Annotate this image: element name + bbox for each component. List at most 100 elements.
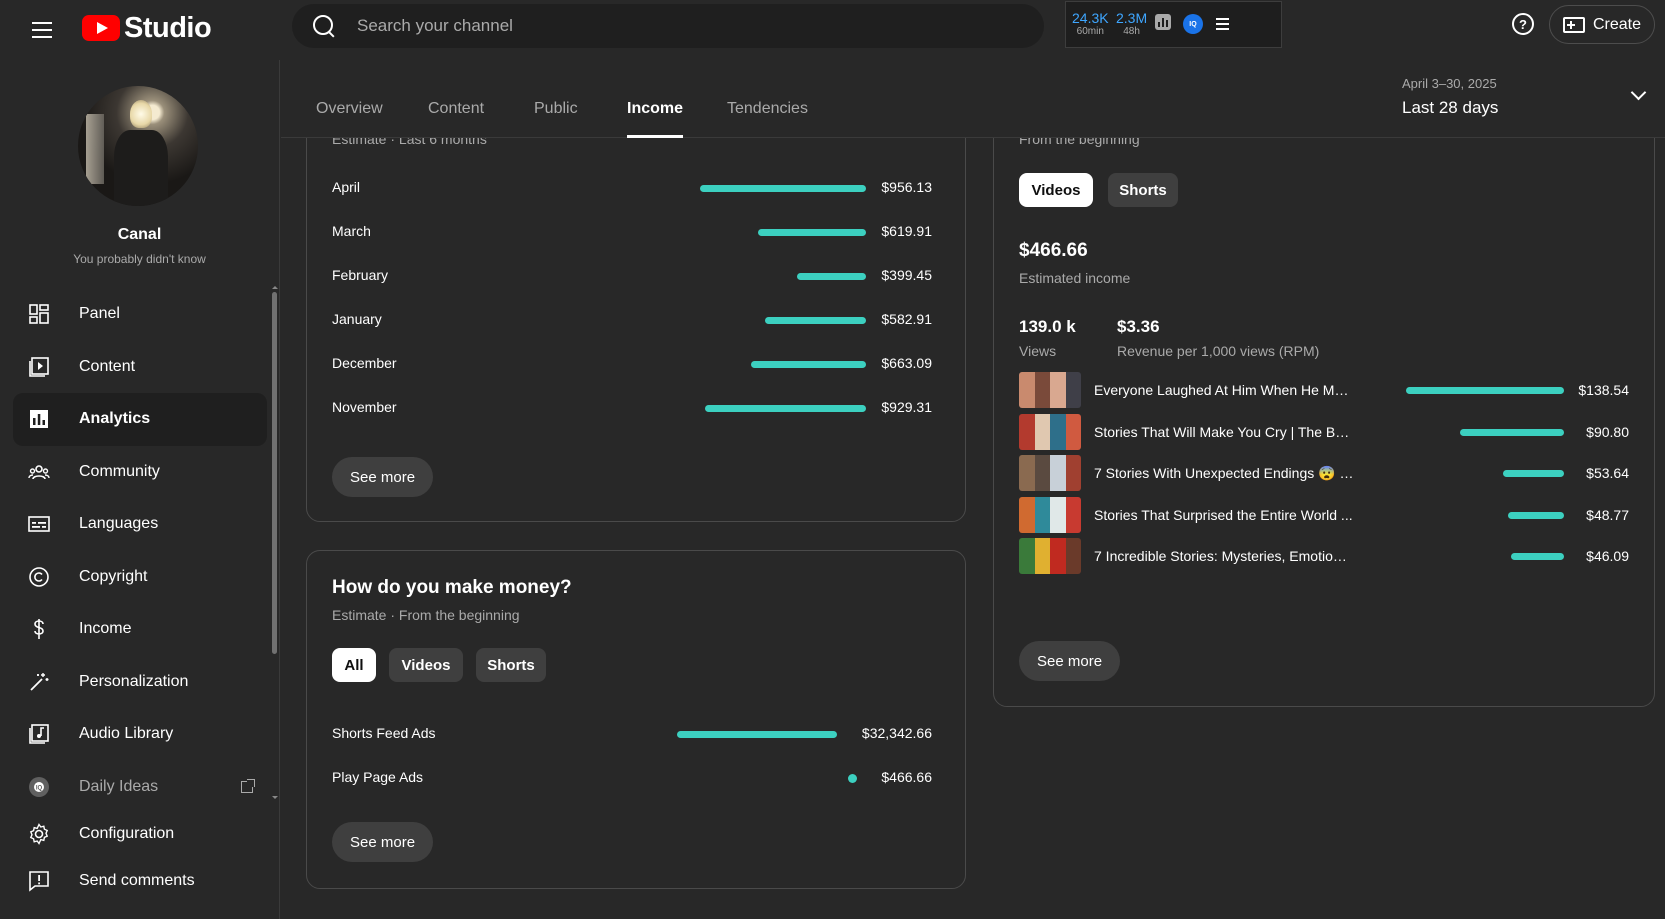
stat-48h-value: 2.3M (1116, 10, 1148, 26)
revenue-source-value: $466.66 (881, 769, 932, 785)
copyright-icon (28, 566, 50, 588)
logo-text: Studio (124, 11, 212, 44)
scroll-down-arrow[interactable] (272, 796, 278, 799)
content-icon (28, 356, 50, 378)
sidebar-item-personalization[interactable]: Personalization (13, 656, 267, 709)
sidebar-item-send-comments[interactable]: Send comments (13, 855, 267, 908)
tab-public[interactable]: Public (534, 100, 578, 138)
sidebar-item-label: Content (79, 357, 136, 375)
stat-48h: 2.3M 48h (1116, 11, 1147, 38)
sidebar-item-languages[interactable]: Languages (13, 498, 267, 551)
extension-widget[interactable]: 24.3K 60min 2.3M 48h IQ (1065, 1, 1282, 48)
sidebar-item-label: Copyright (79, 567, 148, 585)
video-income-bar (1502, 470, 1564, 477)
top-video-row[interactable]: 7 Stories With Unexpected Endings 😨 | C.… (1019, 455, 1629, 491)
video-thumbnail[interactable] (1019, 413, 1081, 450)
income-bar (758, 229, 866, 236)
filter-all[interactable]: All (332, 648, 376, 682)
video-title[interactable]: 7 Stories With Unexpected Endings 😨 | C.… (1094, 465, 1354, 482)
date-range-dates[interactable]: April 3–30, 2025 (1402, 76, 1497, 91)
sidebar-item-label: Analytics (79, 410, 151, 428)
revenue-sources-card: How do you make money? Estimate · From t… (306, 550, 966, 889)
sidebar-item-label: Community (79, 462, 160, 480)
top-content-card: From the beginning Videos Shorts $466.66… (993, 60, 1655, 707)
date-range-label[interactable]: Last 28 days (1402, 98, 1498, 118)
income-row-label: March (332, 223, 371, 239)
svg-text:IQ: IQ (36, 785, 43, 791)
video-title[interactable]: 7 Incredible Stories: Mysteries, Emotion… (1094, 548, 1354, 564)
scroll-up-arrow[interactable] (272, 286, 278, 289)
income-row-label: February (332, 267, 389, 283)
gear-icon (28, 823, 50, 845)
revenue-source-bar (677, 731, 837, 738)
magic-wand-icon (28, 671, 50, 693)
video-thumbnail[interactable] (1019, 372, 1081, 408)
extension-menu-icon[interactable] (1216, 18, 1229, 33)
video-title[interactable]: Stories That Will Make You Cry | The Bes… (1094, 424, 1354, 440)
iq-badge-icon[interactable]: IQ (1183, 14, 1203, 34)
studio-logo[interactable]: Studio (82, 8, 212, 48)
sidebar-scrollbar[interactable] (272, 292, 277, 654)
video-thumbnail[interactable] (1019, 538, 1081, 574)
revenue-source-label: Shorts Feed Ads (332, 725, 436, 741)
filter-shorts[interactable]: Shorts (1108, 173, 1178, 207)
income-row: January $582.91 (332, 311, 932, 331)
top-video-row[interactable]: 7 Incredible Stories: Mysteries, Emotion… (1019, 538, 1629, 574)
channel-subtitle: You probably didn't know (73, 252, 206, 266)
filter-videos[interactable]: Videos (1019, 173, 1093, 207)
top-video-row[interactable]: Stories That Surprised the Entire World … (1019, 496, 1629, 533)
top-video-row[interactable]: Stories That Will Make You Cry | The Bes… (1019, 413, 1629, 450)
hamburger-menu-icon[interactable] (26, 14, 58, 46)
filter-shorts[interactable]: Shorts (476, 648, 546, 682)
filter-videos[interactable]: Videos (389, 648, 463, 682)
sidebar-item-label: Panel (79, 305, 120, 323)
sidebar-item-content[interactable]: Content (13, 341, 267, 394)
top-video-row[interactable]: Everyone Laughed At Him When He Marri...… (1019, 372, 1629, 408)
video-title[interactable]: Everyone Laughed At Him When He Marri... (1094, 382, 1354, 398)
tab-income[interactable]: Income (627, 100, 684, 138)
income-row: April $956.13 (332, 179, 932, 199)
video-thumbnail[interactable] (1019, 496, 1081, 533)
video-income-bar (1508, 511, 1564, 519)
sidebar-item-panel[interactable]: Panel (13, 288, 267, 341)
tab-tendencies[interactable]: Tendencies (727, 100, 808, 138)
sidebar-item-income[interactable]: Income (13, 603, 267, 656)
tab-overview[interactable]: Overview (316, 100, 383, 138)
revenue-sources-title: How do you make money? (332, 577, 572, 598)
views-value: 139.0 k (1019, 317, 1076, 336)
video-thumbnail[interactable] (1019, 455, 1081, 491)
see-more-button[interactable]: See more (1019, 641, 1121, 681)
search-bar[interactable] (292, 4, 1044, 48)
see-more-button[interactable]: See more (332, 822, 434, 862)
sidebar-item-audio-library[interactable]: Audio Library (13, 708, 267, 761)
income-row-value: $399.45 (881, 267, 932, 283)
help-icon[interactable]: ? (1512, 13, 1534, 35)
sidebar-item-label: Send comments (79, 872, 195, 890)
video-income-value: $48.77 (1586, 506, 1629, 523)
rpm-label: Revenue per 1,000 views (RPM) (1117, 343, 1320, 359)
tab-content[interactable]: Content (428, 100, 484, 138)
income-row: November $929.31 (332, 399, 932, 419)
search-input[interactable] (355, 4, 1015, 48)
dashboard-icon (28, 303, 50, 325)
bar-chart-icon[interactable] (1155, 14, 1171, 30)
income-row: March $619.91 (332, 223, 932, 243)
video-title[interactable]: Stories That Surprised the Entire World … (1094, 507, 1354, 523)
see-more-button[interactable]: See more (332, 457, 434, 497)
rpm-value: $3.36 (1117, 317, 1160, 336)
revenue-source-label: Play Page Ads (332, 769, 424, 785)
video-income-value: $138.54 (1578, 382, 1629, 398)
sidebar-item-analytics[interactable]: Analytics (13, 393, 267, 446)
sidebar-item-configuration[interactable]: Configuration (13, 813, 267, 855)
create-button[interactable]: Create (1549, 5, 1655, 44)
chevron-down-icon[interactable] (1630, 84, 1647, 101)
channel-avatar[interactable] (78, 86, 198, 206)
stat-60min-label: 60min (1076, 26, 1104, 37)
stat-60min-value: 24.3K (1072, 10, 1109, 26)
sidebar-item-daily-ideas[interactable]: IQ Daily Ideas (13, 761, 267, 814)
sidebar-item-community[interactable]: Community (13, 446, 267, 499)
search-icon[interactable] (313, 15, 333, 35)
sidebar-item-copyright[interactable]: Copyright (13, 551, 267, 604)
income-bar (750, 361, 866, 368)
video-income-bar (1406, 387, 1564, 394)
